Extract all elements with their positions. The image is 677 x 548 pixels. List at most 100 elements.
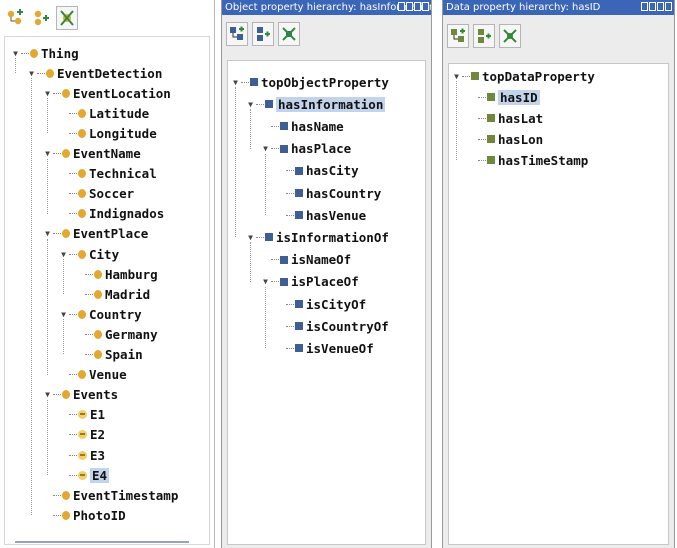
class-tree-node[interactable]: ▼ EventPlace <box>43 224 148 244</box>
expand-toggle-icon[interactable]: ▼ <box>59 250 68 259</box>
tree-node-label: Thing <box>41 45 79 61</box>
property-tree-node[interactable]: hasCity <box>276 161 359 181</box>
tree-branch-line <box>478 96 486 98</box>
class-icon <box>78 309 86 319</box>
class-icon <box>78 189 86 199</box>
restore-icon[interactable] <box>406 2 413 11</box>
class-tree-node[interactable]: E2 <box>59 425 105 445</box>
property-tree-node[interactable]: ▼ isInformationOf <box>246 227 389 247</box>
class-tree-node[interactable]: ▼ EventDetection <box>27 63 162 83</box>
expand-toggle-icon[interactable]: ▼ <box>261 277 270 286</box>
property-tree-node[interactable]: hasLat <box>468 108 543 128</box>
class-tree-node[interactable]: Latitude <box>59 103 149 123</box>
class-tree-node[interactable]: EventTimestamp <box>43 485 178 505</box>
class-tree-node[interactable]: Venue <box>59 365 127 385</box>
class-tree-node[interactable]: Technical <box>59 164 157 184</box>
expand-toggle-icon[interactable]: ▼ <box>27 69 36 78</box>
class-icon <box>30 48 38 58</box>
object-property-icon <box>295 189 303 197</box>
class-icon <box>78 108 86 118</box>
class-tree-node[interactable]: ▼ Thing <box>11 43 79 63</box>
tree-node-label: Indignados <box>89 206 165 222</box>
delete-property-icon <box>503 29 517 43</box>
class-tree-node[interactable]: ▼ EventLocation <box>43 83 171 103</box>
close-icon[interactable] <box>665 2 672 11</box>
class-tree-node[interactable]: E3 <box>59 445 105 465</box>
tree-node-label: Events <box>73 387 119 403</box>
property-tree-node[interactable]: isCityOf <box>276 294 366 314</box>
tree-node-label: Germany <box>105 326 158 342</box>
class-tree-node[interactable]: ▼ City <box>59 244 119 264</box>
object-property-icon <box>295 166 303 175</box>
add-subclass-button[interactable] <box>4 6 26 30</box>
maximize-icon[interactable] <box>657 2 664 11</box>
expand-toggle-icon[interactable]: ▼ <box>43 390 52 399</box>
add-sibling-property-button[interactable] <box>252 22 274 46</box>
property-tree-node[interactable]: hasName <box>261 116 344 136</box>
property-tree-node[interactable]: ▼ topObjectProperty <box>231 72 389 92</box>
expand-toggle-icon[interactable]: ▼ <box>43 229 52 238</box>
tree-branch-line <box>271 281 279 283</box>
property-tree-node[interactable]: ▼ topDataProperty <box>452 66 595 86</box>
class-icon <box>62 229 70 239</box>
expand-toggle-icon[interactable]: ▼ <box>11 49 20 58</box>
class-tree-node[interactable]: ▼ Events <box>43 385 118 405</box>
individual-icon <box>78 430 87 440</box>
property-tree-node[interactable]: ▼ hasInformation <box>246 94 386 114</box>
close-icon[interactable] <box>422 2 429 11</box>
expand-toggle-icon[interactable]: ▼ <box>43 149 52 158</box>
delete-class-button[interactable] <box>56 6 78 30</box>
tree-node-label: E1 <box>90 407 106 423</box>
class-tree-node[interactable]: Indignados <box>59 204 164 224</box>
class-tree-node[interactable]: ▼ EventName <box>43 144 141 164</box>
add-sub-property-button[interactable] <box>226 22 248 46</box>
property-tree-node[interactable]: isNameOf <box>261 250 351 270</box>
pin-icon[interactable] <box>641 2 648 11</box>
property-tree-node[interactable]: hasCountry <box>276 183 381 203</box>
property-tree-node[interactable]: isCountryOf <box>276 316 389 336</box>
expand-toggle-icon[interactable]: ▼ <box>59 310 68 319</box>
property-tree-node[interactable]: hasID <box>468 87 540 107</box>
class-tree-node[interactable]: Longitude <box>59 123 157 143</box>
expand-toggle-icon[interactable]: ▼ <box>246 100 255 109</box>
add-sub-data-property-button[interactable] <box>447 24 469 48</box>
maximize-icon[interactable] <box>414 2 421 11</box>
expand-toggle-icon[interactable]: ▼ <box>231 78 240 87</box>
restore-icon[interactable] <box>649 2 656 11</box>
add-sibling-data-property-button[interactable] <box>473 24 495 48</box>
tree-node-label: hasLat <box>498 110 544 126</box>
property-tree-node[interactable]: hasVenue <box>276 205 366 225</box>
class-tree-node[interactable]: ▼ Country <box>59 304 142 324</box>
tree-node-label: EventDetection <box>57 65 163 81</box>
tree-branch-line <box>286 325 294 327</box>
class-tree-node[interactable]: E4 <box>59 465 110 485</box>
delete-data-property-button[interactable] <box>499 24 521 48</box>
add-sibling-class-button[interactable] <box>30 6 52 30</box>
expand-toggle-icon[interactable]: ▼ <box>43 89 52 98</box>
property-tree-node[interactable]: isVenueOf <box>276 338 374 358</box>
class-tree-node[interactable]: Germany <box>75 324 158 344</box>
class-tree-node[interactable]: Hamburg <box>75 264 158 284</box>
property-tree-node[interactable]: ▼ isPlaceOf <box>261 272 359 292</box>
delete-property-button[interactable] <box>278 22 300 46</box>
expand-toggle-icon[interactable]: ▼ <box>246 233 255 242</box>
expand-toggle-icon[interactable]: ▼ <box>452 72 461 81</box>
tree-node-label: Country <box>89 306 142 322</box>
class-tree-node[interactable]: Madrid <box>75 284 150 304</box>
object-property-icon <box>295 300 303 308</box>
tree-branch-line <box>478 138 486 140</box>
property-tree-node[interactable]: ▼ hasPlace <box>261 139 351 159</box>
horizontal-scrollbar[interactable] <box>15 541 189 543</box>
property-tree-node[interactable]: hasTimeStamp <box>468 150 588 170</box>
tree-node-label: hasCountry <box>306 185 382 201</box>
class-tree-node[interactable]: E1 <box>59 405 105 425</box>
expand-toggle-icon[interactable]: ▼ <box>261 144 270 153</box>
pin-icon[interactable] <box>398 2 405 11</box>
class-tree-node[interactable]: PhotoID <box>43 505 126 525</box>
tree-node-label: hasPlace <box>291 141 352 157</box>
class-tree-node[interactable]: Soccer <box>59 184 134 204</box>
class-tree-node[interactable]: Spain <box>75 345 143 365</box>
class-icon <box>78 370 86 380</box>
tree-branch-line <box>85 333 93 335</box>
property-tree-node[interactable]: hasLon <box>468 129 543 149</box>
